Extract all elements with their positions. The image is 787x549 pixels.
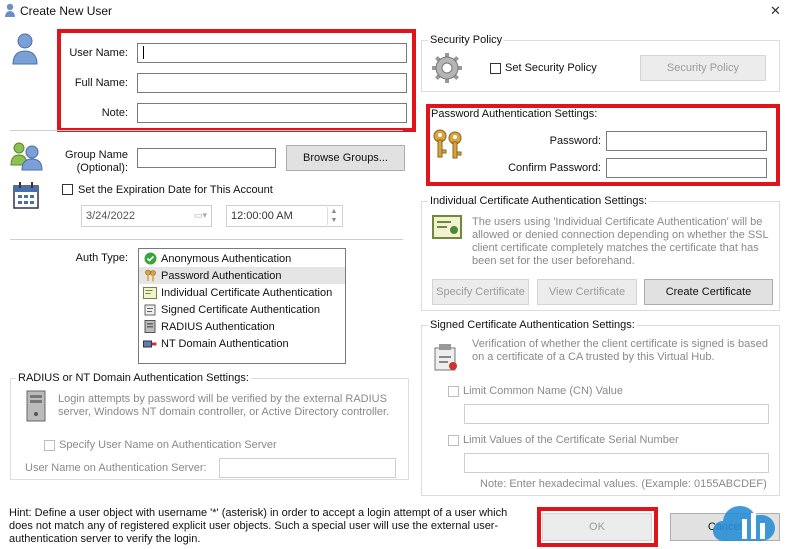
title-bar: Create New User ✕ — [0, 0, 787, 22]
close-icon[interactable]: ✕ — [770, 3, 781, 19]
auth-type-item-label: Password Authentication — [161, 269, 282, 282]
ok-button-highlight — [537, 507, 658, 547]
auth-type-item[interactable]: Individual Certificate Authentication — [139, 284, 345, 301]
limit-serial-input[interactable] — [464, 453, 769, 473]
limit-cn-input[interactable] — [464, 404, 769, 424]
specify-server-username-label: Specify User Name on Authentication Serv… — [59, 439, 277, 451]
hex-note: Note: Enter hexadecimal values. (Example… — [480, 478, 767, 490]
limit-serial-label: Limit Values of the Certificate Serial N… — [463, 434, 679, 446]
group-input[interactable] — [137, 148, 276, 168]
auth-type-item[interactable]: Anonymous Authentication — [139, 250, 345, 267]
individual-cert-title: Individual Certificate Authentication Se… — [428, 195, 650, 207]
time-spinner-icon[interactable]: ▲ ▼ — [327, 207, 340, 225]
security-policy-button[interactable]: Security Policy — [640, 55, 766, 81]
cloud-logo-icon — [712, 497, 778, 548]
auth-type-item-label: Individual Certificate Authentication — [161, 286, 333, 299]
password-settings-highlight — [426, 104, 780, 186]
expiration-date-value: 3/24/2022 — [86, 210, 135, 222]
divider — [10, 239, 403, 240]
nt-domain-icon — [143, 337, 157, 351]
signed-certificate-icon — [143, 303, 157, 317]
expiration-label: Set the Expiration Date for This Account — [78, 184, 273, 196]
hint-text: Hint: Define a user object with username… — [9, 507, 508, 545]
specify-certificate-button[interactable]: Specify Certificate — [432, 279, 529, 305]
expiration-time-value: 12:00:00 AM — [231, 210, 293, 222]
limit-cn-label: Limit Common Name (CN) Value — [463, 385, 623, 397]
signed-cert-title: Signed Certificate Authentication Settin… — [428, 319, 637, 331]
auth-type-item[interactable]: Signed Certificate Authentication — [139, 301, 345, 318]
auth-type-item[interactable]: NT Domain Authentication — [139, 335, 345, 352]
server-icon — [25, 390, 47, 425]
auth-type-item-label: RADIUS Authentication — [161, 320, 275, 333]
expiration-checkbox[interactable] — [62, 184, 73, 195]
auth-type-item-label: Signed Certificate Authentication — [161, 303, 320, 316]
expiration-date-picker[interactable]: 3/24/2022 ▭▾ — [81, 205, 212, 227]
auth-type-list[interactable]: Anonymous Authentication Password Authent… — [138, 248, 346, 364]
check-circle-icon — [143, 252, 157, 266]
server-username-label: User Name on Authentication Server: — [25, 462, 207, 474]
group-label: Group Name (Optional): — [65, 149, 128, 174]
security-policy-checkbox[interactable] — [490, 63, 501, 74]
radius-description: Login attempts by password will be verif… — [58, 393, 390, 418]
signed-certificate-icon — [432, 342, 460, 375]
user-icon — [4, 3, 16, 21]
radius-settings-title: RADIUS or NT Domain Authentication Setti… — [16, 372, 251, 384]
calendar-icon — [11, 180, 41, 213]
security-policy-checkbox-label: Set Security Policy — [505, 62, 597, 74]
view-certificate-button[interactable]: View Certificate — [537, 279, 637, 305]
calendar-dropdown-icon[interactable]: ▭▾ — [194, 210, 207, 221]
certificate-icon — [143, 286, 157, 300]
create-certificate-button[interactable]: Create Certificate — [644, 279, 773, 305]
radius-icon — [143, 320, 157, 334]
server-username-input[interactable] — [219, 458, 396, 478]
specify-server-username-checkbox[interactable] — [44, 440, 55, 451]
limit-cn-checkbox[interactable] — [448, 386, 459, 397]
auth-type-item-label: NT Domain Authentication — [161, 337, 289, 350]
auth-type-item[interactable]: RADIUS Authentication — [139, 318, 345, 335]
auth-type-item-label: Anonymous Authentication — [161, 252, 292, 265]
expiration-time-picker[interactable]: 12:00:00 AM ▲ ▼ — [226, 205, 343, 227]
keys-icon — [143, 269, 157, 283]
auth-type-label: Auth Type: — [75, 252, 128, 264]
divider — [10, 130, 403, 131]
certificate-icon — [432, 215, 462, 242]
signed-cert-description: Verification of whether the client certi… — [472, 338, 768, 363]
user-fields-highlight — [57, 29, 416, 132]
security-policy-title: Security Policy — [428, 34, 505, 46]
limit-serial-checkbox[interactable] — [448, 435, 459, 446]
user-large-icon — [12, 33, 38, 68]
group-icon — [9, 141, 43, 174]
browse-groups-button[interactable]: Browse Groups... — [286, 145, 405, 171]
gear-icon — [431, 52, 463, 87]
individual-cert-description: The users using 'Individual Certificate … — [472, 216, 769, 267]
auth-type-item[interactable]: Password Authentication — [139, 267, 345, 284]
window-title: Create New User — [20, 4, 113, 18]
